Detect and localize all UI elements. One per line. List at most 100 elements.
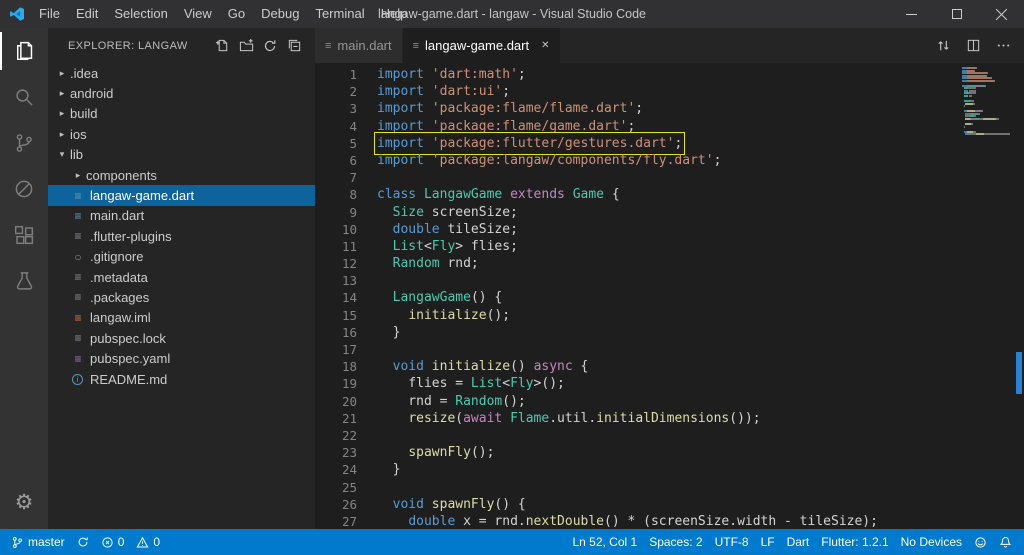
line-number: 20 xyxy=(315,393,357,410)
item-label: pubspec.yaml xyxy=(90,351,170,366)
extensions-icon[interactable] xyxy=(0,212,48,258)
code-line-7[interactable]: 7 xyxy=(315,169,878,186)
explorer-icon[interactable] xyxy=(0,28,48,74)
file-item-pubspec-lock[interactable]: ≡pubspec.lock xyxy=(48,328,315,348)
code-line-16[interactable]: 16 } xyxy=(315,324,878,341)
status-device[interactable]: No Devices xyxy=(895,529,968,555)
swap-arrows-icon[interactable] xyxy=(934,37,952,55)
file-item-readme-md[interactable]: iREADME.md xyxy=(48,369,315,389)
split-editor-icon[interactable] xyxy=(964,37,982,55)
status-encoding[interactable]: UTF-8 xyxy=(709,529,755,555)
tab-langaw-game-dart[interactable]: ≡langaw-game.dart✕ xyxy=(403,28,561,63)
code-line-22[interactable]: 22 xyxy=(315,427,878,444)
window-controls xyxy=(889,0,1024,28)
search-icon[interactable] xyxy=(0,74,48,120)
code-line-10[interactable]: 10 double tileSize; xyxy=(315,221,878,238)
code-line-14[interactable]: 14 LangawGame() { xyxy=(315,289,878,306)
code-line-25[interactable]: 25 xyxy=(315,479,878,496)
close-tab-icon[interactable]: ✕ xyxy=(541,40,549,51)
test-beaker-icon[interactable] xyxy=(0,258,48,304)
chevron-right-icon: ▸ xyxy=(54,88,70,99)
code-line-1[interactable]: 1import 'dart:math'; xyxy=(315,66,878,83)
code-line-21[interactable]: 21 resize(await Flame.util.initialDimens… xyxy=(315,410,878,427)
folder-item-idea[interactable]: ▸.idea xyxy=(48,63,315,83)
status-cursor-position[interactable]: Ln 52, Col 1 xyxy=(566,529,643,555)
file-type-icon: ≡ xyxy=(70,290,86,304)
code-line-15[interactable]: 15 initialize(); xyxy=(315,307,878,324)
code-line-6[interactable]: 6import 'package:langaw/components/fly.d… xyxy=(315,152,878,169)
chevron-right-icon: ▸ xyxy=(54,129,70,140)
menu-view[interactable]: View xyxy=(176,0,220,28)
folder-item-lib[interactable]: ▾lib xyxy=(48,145,315,165)
menu-file[interactable]: File xyxy=(31,0,68,28)
refresh-icon[interactable] xyxy=(259,35,281,57)
code-line-19[interactable]: 19 flies = List<Fly>(); xyxy=(315,375,878,392)
folder-item-android[interactable]: ▸android xyxy=(48,83,315,103)
line-content: void initialize() async { xyxy=(377,358,588,375)
status-notifications[interactable] xyxy=(993,529,1018,555)
menu-selection[interactable]: Selection xyxy=(106,0,175,28)
item-label: components xyxy=(86,168,157,183)
menu-terminal[interactable]: Terminal xyxy=(307,0,372,28)
code-line-4[interactable]: 4import 'package:flame/game.dart'; xyxy=(315,118,878,135)
minimize-button[interactable] xyxy=(889,0,934,28)
file-item-pubspec-yaml[interactable]: ≡pubspec.yaml xyxy=(48,348,315,368)
status-language-mode[interactable]: Dart xyxy=(781,529,816,555)
status-errors[interactable]: 0 xyxy=(95,529,131,555)
code-line-5[interactable]: 5import 'package:flutter/gestures.dart'; xyxy=(315,135,878,152)
status-flutter-version[interactable]: Flutter: 1.2.1 xyxy=(815,529,894,555)
code-line-12[interactable]: 12 Random rnd; xyxy=(315,255,878,272)
status-git-branch[interactable]: master xyxy=(5,529,71,555)
menu-go[interactable]: Go xyxy=(220,0,253,28)
maximize-button[interactable] xyxy=(934,0,979,28)
minimap[interactable] xyxy=(962,67,1010,136)
close-button[interactable] xyxy=(979,0,1024,28)
more-actions-icon[interactable] xyxy=(994,37,1012,55)
code-line-27[interactable]: 27 double x = rnd.nextDouble() * (screen… xyxy=(315,513,878,530)
collapse-all-icon[interactable] xyxy=(283,35,305,57)
folder-item-components[interactable]: ▸components xyxy=(48,165,315,185)
status-feedback[interactable] xyxy=(968,529,993,555)
file-item-main-dart[interactable]: ≡main.dart xyxy=(48,206,315,226)
debug-icon[interactable] xyxy=(0,166,48,212)
file-item-langaw-iml[interactable]: ≡langaw.iml xyxy=(48,308,315,328)
new-file-icon[interactable] xyxy=(211,35,233,57)
menu-debug[interactable]: Debug xyxy=(253,0,307,28)
new-folder-icon[interactable] xyxy=(235,35,257,57)
code-line-23[interactable]: 23 spawnFly(); xyxy=(315,444,878,461)
tab-main-dart[interactable]: ≡main.dart xyxy=(315,28,403,63)
menu-help[interactable]: Help xyxy=(373,0,416,28)
file-item-packages[interactable]: ≡.packages xyxy=(48,287,315,307)
status-warnings[interactable]: 0 xyxy=(130,529,166,555)
line-content: resize(await Flame.util.initialDimension… xyxy=(377,410,761,427)
code-line-24[interactable]: 24 } xyxy=(315,461,878,478)
item-label: android xyxy=(70,86,113,101)
source-control-icon[interactable] xyxy=(0,120,48,166)
code-line-26[interactable]: 26 void spawnFly() { xyxy=(315,496,878,513)
code-line-11[interactable]: 11 List<Fly> flies; xyxy=(315,238,878,255)
folder-item-build[interactable]: ▸build xyxy=(48,104,315,124)
file-type-icon: ≡ xyxy=(70,331,86,345)
settings-gear-icon[interactable]: ⚙ xyxy=(0,479,48,525)
code-line-18[interactable]: 18 void initialize() async { xyxy=(315,358,878,375)
status-indentation[interactable]: Spaces: 2 xyxy=(643,529,708,555)
code-line-8[interactable]: 8class LangawGame extends Game { xyxy=(315,186,878,203)
code-line-9[interactable]: 9 Size screenSize; xyxy=(315,204,878,221)
folder-item-ios[interactable]: ▸ios xyxy=(48,124,315,144)
file-type-icon: ≡ xyxy=(70,311,86,325)
status-sync[interactable] xyxy=(71,529,95,555)
file-item-langaw-game-dart[interactable]: ≡langaw-game.dart xyxy=(48,185,315,205)
file-item-flutter-plugins[interactable]: ≡.flutter-plugins xyxy=(48,226,315,246)
code-line-2[interactable]: 2import 'dart:ui'; xyxy=(315,83,878,100)
status-eol[interactable]: LF xyxy=(755,529,781,555)
line-content: double tileSize; xyxy=(377,221,518,238)
status-label: LF xyxy=(761,535,775,549)
code-line-13[interactable]: 13 xyxy=(315,272,878,289)
menu-edit[interactable]: Edit xyxy=(68,0,106,28)
code-line-3[interactable]: 3import 'package:flame/flame.dart'; xyxy=(315,100,878,117)
code-editor[interactable]: 1import 'dart:math';2import 'dart:ui';3i… xyxy=(315,63,1024,529)
code-line-17[interactable]: 17 xyxy=(315,341,878,358)
file-item-gitignore[interactable]: ○.gitignore xyxy=(48,247,315,267)
file-item-metadata[interactable]: ≡.metadata xyxy=(48,267,315,287)
code-line-20[interactable]: 20 rnd = Random(); xyxy=(315,393,878,410)
